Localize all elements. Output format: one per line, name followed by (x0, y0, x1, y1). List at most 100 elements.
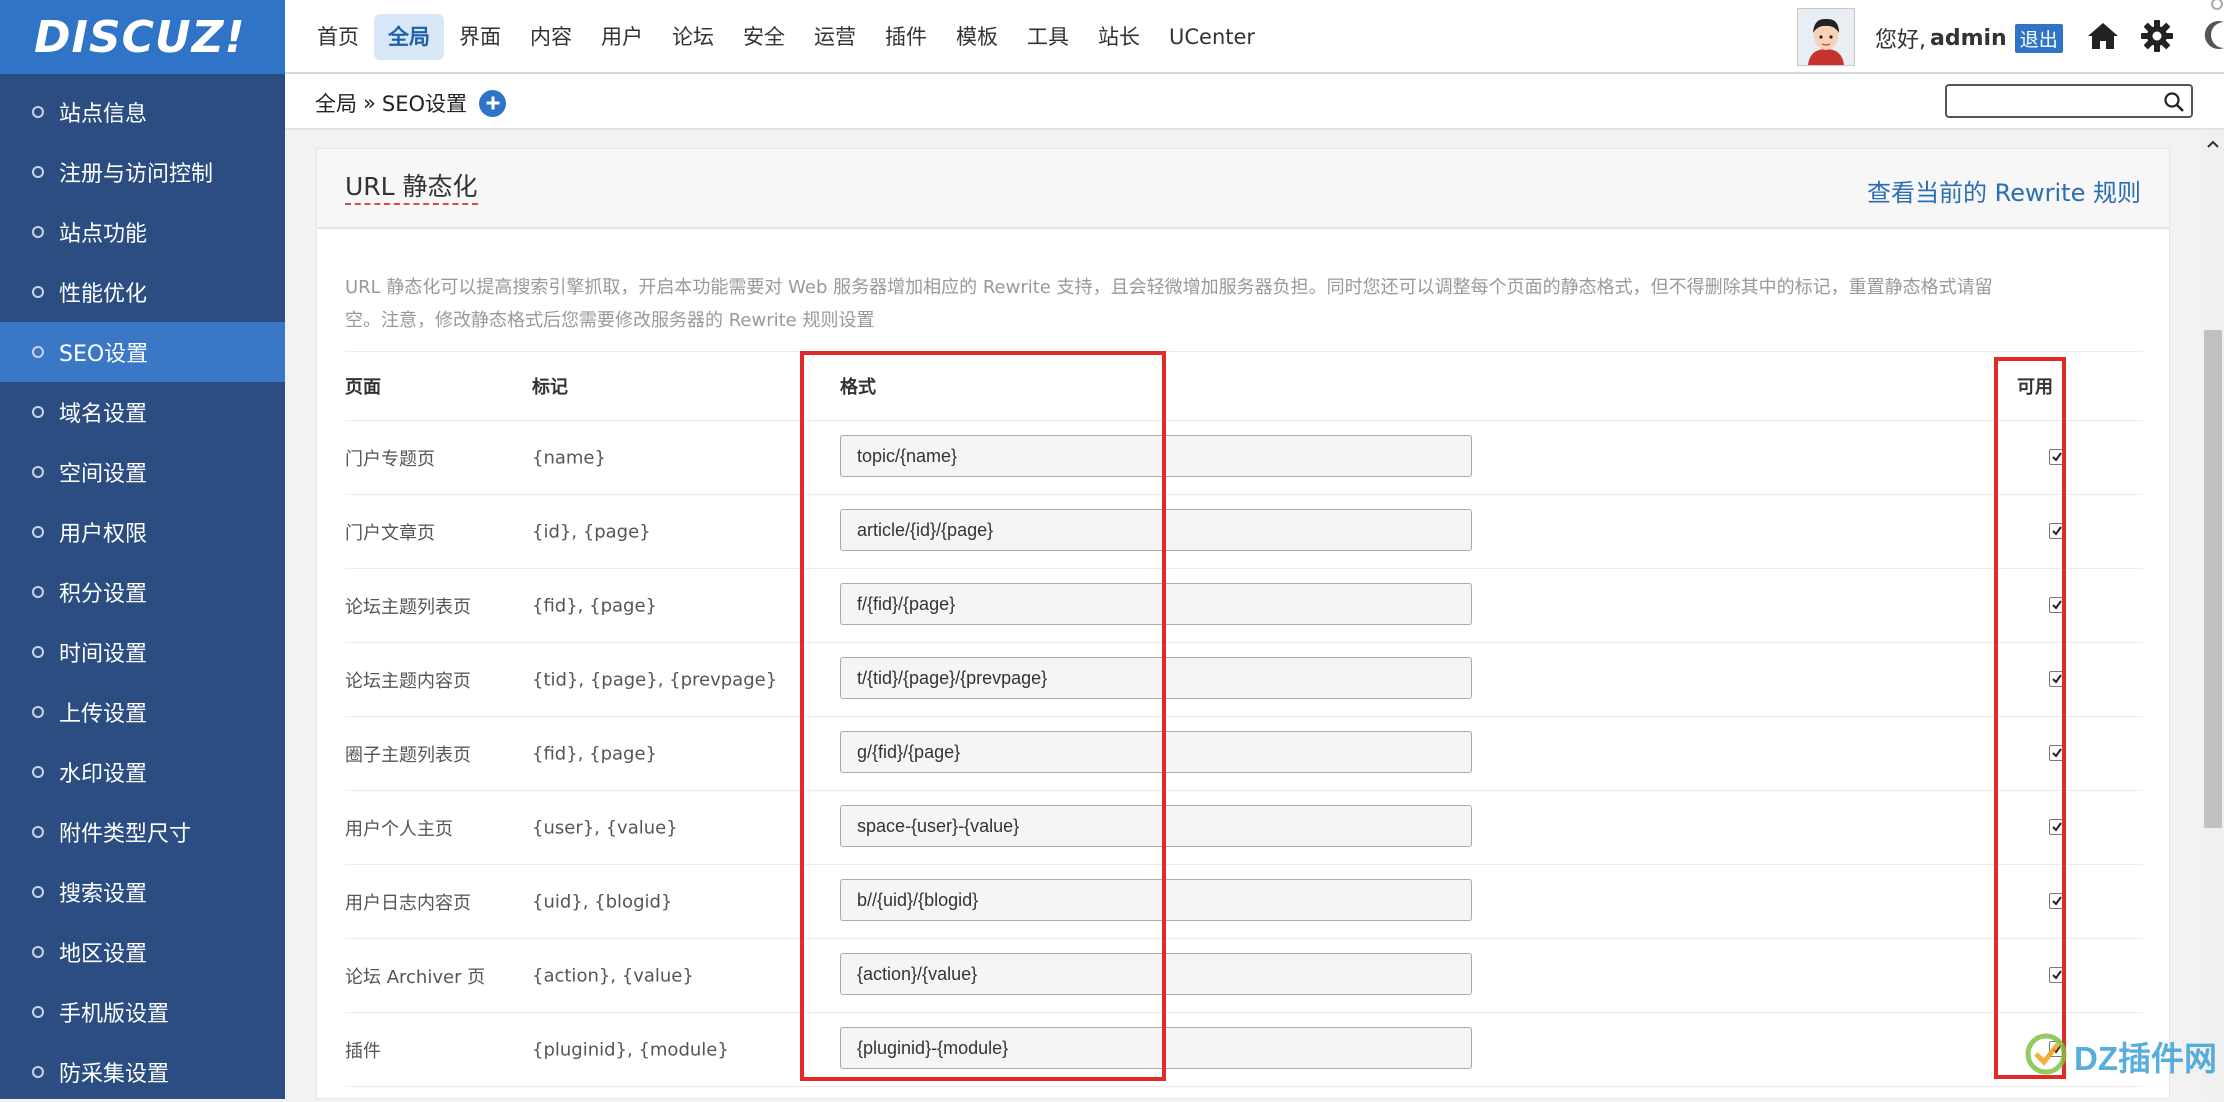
nav-ucenter[interactable]: UCenter (1155, 14, 1269, 60)
format-input[interactable] (840, 1027, 1472, 1069)
sidebar-item-anti-scrape[interactable]: 防采集设置 (0, 1042, 285, 1102)
sidebar-item-label: SEO设置 (59, 342, 149, 367)
nav-security[interactable]: 安全 (729, 14, 799, 60)
row-page-name: 论坛主题列表页 (345, 596, 471, 618)
sidebar-item-time[interactable]: 时间设置 (0, 622, 285, 682)
nav-tools[interactable]: 工具 (1013, 14, 1083, 60)
bullet-icon (32, 226, 44, 238)
row-page-name: 门户文章页 (345, 522, 435, 544)
bullet-icon (32, 526, 44, 538)
format-input[interactable] (840, 731, 1472, 773)
sidebar-item-upload[interactable]: 上传设置 (0, 682, 285, 742)
table-row: 用户个人主页 {user}, {value} (345, 791, 2143, 865)
row-page-name: 插件 (345, 1040, 381, 1062)
logout-button[interactable]: 退出 (2014, 23, 2063, 53)
enable-checkbox[interactable] (2049, 449, 2065, 465)
home-icon[interactable] (2085, 18, 2121, 54)
nav-interface[interactable]: 界面 (445, 14, 515, 60)
format-input[interactable] (840, 583, 1472, 625)
breadcrumb-separator: » (363, 91, 376, 115)
row-mark: {name} (532, 447, 606, 468)
sidebar-item-label: 地区设置 (59, 942, 148, 967)
avatar[interactable] (1797, 8, 1855, 66)
view-rewrite-rules-link[interactable]: 查看当前的 Rewrite 规则 (1867, 173, 2141, 208)
sidebar-item-seo[interactable]: SEO设置 (0, 322, 285, 382)
format-input[interactable] (840, 879, 1472, 921)
scroll-up-arrow-icon[interactable] (2206, 134, 2220, 153)
sidebar-item-label: 防采集设置 (59, 1062, 170, 1087)
row-page-name: 论坛 Archiver 页 (345, 966, 486, 988)
table-row: 圈子主题列表页 {fid}, {page} (345, 717, 2143, 791)
format-input[interactable] (840, 953, 1472, 995)
row-mark: {uid}, {blogid} (532, 891, 673, 912)
row-mark: {id}, {page} (532, 521, 651, 542)
sidebar-item-label: 时间设置 (59, 642, 148, 667)
bullet-icon (32, 766, 44, 778)
enable-checkbox[interactable] (2049, 523, 2065, 539)
enable-checkbox[interactable] (2049, 967, 2065, 983)
nav-webmaster[interactable]: 站长 (1084, 14, 1154, 60)
bullet-icon (32, 1006, 44, 1018)
row-page-name: 用户个人主页 (345, 818, 453, 840)
sidebar-item-credits[interactable]: 积分设置 (0, 562, 285, 622)
bullet-icon (32, 466, 44, 478)
bullet-icon (32, 586, 44, 598)
sidebar-item-site-features[interactable]: 站点功能 (0, 202, 285, 262)
sidebar-item-space[interactable]: 空间设置 (0, 442, 285, 502)
format-input[interactable] (840, 509, 1472, 551)
logo[interactable]: DISCUZ! (0, 0, 285, 74)
sidebar-item-permissions[interactable]: 用户权限 (0, 502, 285, 562)
sidebar-item-mobile[interactable]: 手机版设置 (0, 982, 285, 1042)
format-input[interactable] (840, 805, 1472, 847)
sidebar-item-domain[interactable]: 域名设置 (0, 382, 285, 442)
enable-checkbox[interactable] (2049, 819, 2065, 835)
nav-content[interactable]: 内容 (516, 14, 586, 60)
format-input[interactable] (840, 435, 1472, 477)
scrollbar-thumb[interactable] (2204, 330, 2222, 828)
add-shortcut-button[interactable] (479, 89, 506, 117)
sidebar-item-site-info[interactable]: 站点信息 (0, 82, 285, 142)
nav-global[interactable]: 全局 (374, 14, 444, 60)
search-icon[interactable] (2163, 91, 2185, 113)
row-mark: {fid}, {page} (532, 595, 657, 616)
watermark-text: DZ插件网 (2074, 1040, 2217, 1077)
bullet-icon (32, 406, 44, 418)
table-row: 门户文章页 {id}, {page} (345, 495, 2143, 569)
search-input[interactable] (1953, 86, 2162, 116)
panel-header: URL 静态化 查看当前的 Rewrite 规则 (317, 149, 2169, 229)
nav-forum[interactable]: 论坛 (658, 14, 728, 60)
breadcrumb-root[interactable]: 全局 (315, 88, 357, 118)
sidebar-item-watermark[interactable]: 水印设置 (0, 742, 285, 802)
sidebar-item-label: 附件类型尺寸 (59, 822, 192, 847)
sidebar-item-performance[interactable]: 性能优化 (0, 262, 285, 322)
bullet-icon (32, 826, 44, 838)
nav-operations[interactable]: 运营 (800, 14, 870, 60)
theme-toggle-icon[interactable] (2187, 0, 2224, 49)
enable-checkbox[interactable] (2049, 671, 2065, 687)
sidebar-item-search[interactable]: 搜索设置 (0, 862, 285, 922)
nav-home[interactable]: 首页 (303, 14, 373, 60)
row-mark: {pluginid}, {module} (532, 1039, 729, 1060)
enable-checkbox[interactable] (2049, 893, 2065, 909)
nav-plugins[interactable]: 插件 (871, 14, 941, 60)
row-mark: {user}, {value} (532, 817, 678, 838)
sidebar-menu: 站点信息 注册与访问控制 站点功能 性能优化 SEO设置 域名设置 空间设置 用… (0, 82, 285, 1102)
enable-checkbox[interactable] (2049, 745, 2065, 761)
nav-users[interactable]: 用户 (587, 14, 657, 60)
gear-icon[interactable] (2139, 18, 2175, 54)
enable-checkbox[interactable] (2049, 597, 2065, 613)
header-enable: 可用 (2017, 377, 2053, 398)
panel-description: URL 静态化可以提高搜索引擎抓取，开启本功能需要对 Web 服务器增加相应的 … (345, 277, 1993, 331)
table-row: 论坛主题内容页 {tid}, {page}, {prevpage} (345, 643, 2143, 717)
bullet-icon (32, 886, 44, 898)
row-page-name: 用户日志内容页 (345, 892, 471, 914)
sidebar-item-attachment-types[interactable]: 附件类型尺寸 (0, 802, 285, 862)
watermark-logo-icon (2024, 1032, 2068, 1080)
sidebar-item-region[interactable]: 地区设置 (0, 922, 285, 982)
table-row: 论坛主题列表页 {fid}, {page} (345, 569, 2143, 643)
row-mark: {action}, {value} (532, 965, 694, 986)
sidebar-item-label: 站点功能 (59, 222, 148, 247)
sidebar-item-register-access[interactable]: 注册与访问控制 (0, 142, 285, 202)
format-input[interactable] (840, 657, 1472, 699)
nav-templates[interactable]: 模板 (942, 14, 1012, 60)
